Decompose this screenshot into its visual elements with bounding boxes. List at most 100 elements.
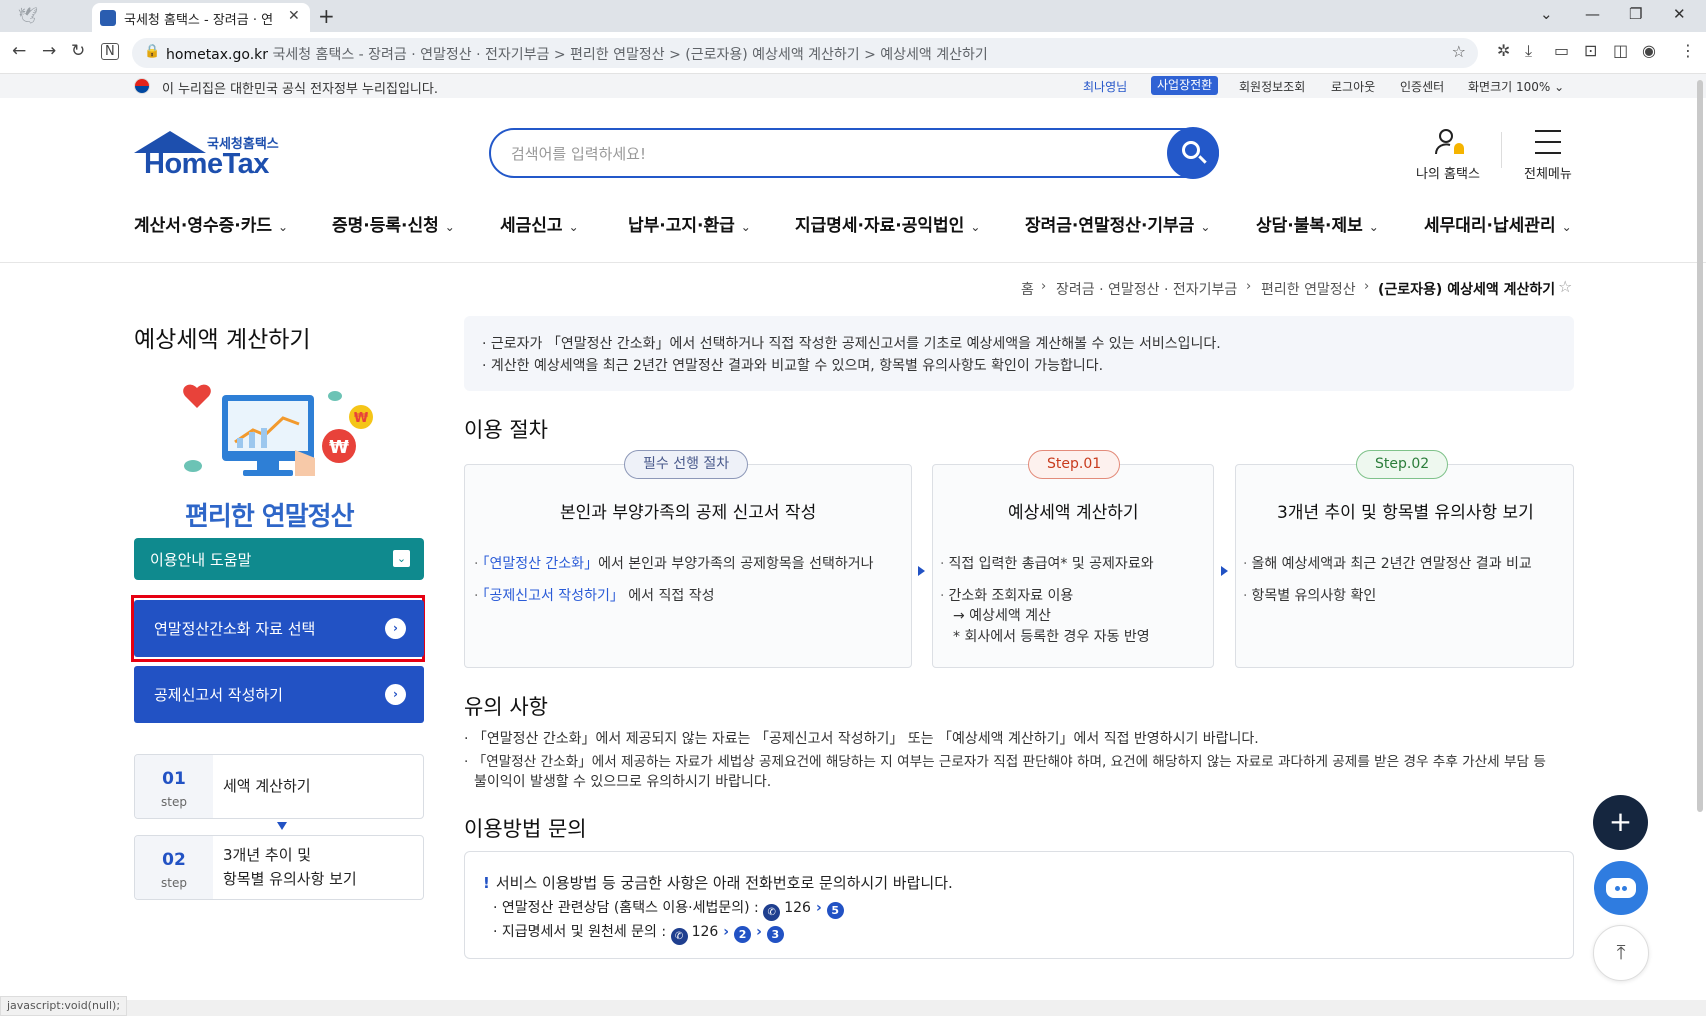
- inquiry-box: ! 서비스 이용방법 등 궁금한 사항은 아래 전화번호로 문의하시기 바랍니다.…: [464, 851, 1574, 959]
- search-icon: [1182, 141, 1200, 159]
- logout-link[interactable]: 로그아웃: [1331, 78, 1375, 95]
- search-box: [489, 128, 1219, 178]
- plus-fab-button[interactable]: +: [1593, 795, 1648, 850]
- number-badge: 3: [766, 926, 784, 943]
- gnb-item-payment[interactable]: 납부·고지·환급 ⌄: [628, 211, 751, 236]
- help-guide-button[interactable]: 이용안내 도움말 ⌄: [134, 538, 424, 580]
- gov-notice[interactable]: 이 누리집은 대한민국 공식 전자정부 누리집입니다.: [162, 78, 438, 97]
- cast-icon[interactable]: ▭: [1554, 41, 1569, 60]
- simplified-link[interactable]: 「연말정산 간소화」: [482, 556, 598, 572]
- arrow-up-icon: ⤒: [1616, 940, 1626, 964]
- scroll-top-button[interactable]: ⤒: [1593, 925, 1649, 981]
- user-name[interactable]: 최나영님: [1083, 78, 1127, 95]
- tab-title: 국세청 홈택스 - 장려금 · 연말: [124, 13, 274, 28]
- screenshot-icon[interactable]: ⊡: [1584, 41, 1597, 60]
- breadcrumb-current: (근로자용) 예상세액 계산하기: [1378, 282, 1556, 298]
- back-icon[interactable]: ←: [12, 41, 26, 61]
- note-line: 불이익이 발생할 수 있으므로 유의하시기 바랍니다.: [474, 774, 772, 790]
- browser-menu-icon[interactable]: ⋮: [1680, 41, 1696, 60]
- breadcrumb-level1[interactable]: 장려금 · 연말정산 · 전자기부금: [1056, 279, 1237, 299]
- extensions-icon[interactable]: ✲: [1497, 41, 1510, 60]
- note-line: · 「연말정산 간소화」에서 제공하는 자료가 세법상 공제요건에 해당하는 지…: [464, 754, 1546, 770]
- url-field[interactable]: 🔒 hometax.go.kr 국세청 홈택스 - 장려금 · 연말정산 · 전…: [132, 38, 1478, 68]
- pill-step01: Step.01: [1028, 450, 1121, 479]
- step-card-02[interactable]: 02 step 3개년 추이 및 항목별 유의사항 보기: [134, 835, 424, 900]
- deduction-form-button[interactable]: 공제신고서 작성하기 ›: [134, 666, 424, 723]
- breadcrumb-separator-icon: ›: [1364, 279, 1370, 294]
- cert-center-link[interactable]: 인증센터: [1400, 78, 1444, 95]
- side-panel-icon[interactable]: ◫: [1613, 41, 1628, 60]
- intro-box: · 근로자가 「연말정산 간소화」에서 선택하거나 직접 작성한 공제신고서를 …: [464, 316, 1574, 391]
- step-number: 02: [162, 850, 186, 870]
- favorite-star-icon[interactable]: ☆: [1558, 277, 1572, 296]
- address-bar-row: ← → ↻ N 🔒 hometax.go.kr 국세청 홈택스 - 장려금 · …: [0, 32, 1706, 74]
- deduction-form-link[interactable]: 「공제신고서 작성하기」: [482, 588, 623, 604]
- browser-tab-active[interactable]: 국세청 홈택스 - 장려금 · 연말 ✕: [92, 3, 310, 32]
- exclamation-icon: !: [483, 874, 490, 892]
- pill-step02: Step.02: [1356, 450, 1449, 479]
- tab-search-icon[interactable]: ⌄: [1540, 5, 1553, 23]
- step-number: 01: [162, 769, 186, 789]
- search-input[interactable]: [511, 142, 1131, 166]
- card-title: 본인과 부양가족의 공제 신고서 작성: [560, 503, 817, 523]
- breadcrumb-home[interactable]: 홈: [1021, 279, 1034, 299]
- gnb-item-consult[interactable]: 상담·불복·제보 ⌄: [1256, 211, 1379, 236]
- chevron-down-icon: ⌄: [568, 220, 579, 234]
- maximize-icon[interactable]: ❐: [1629, 5, 1642, 23]
- gnb-item-year-end[interactable]: 장려금·연말정산·기부금 ⌄: [1025, 211, 1210, 236]
- site-info-icon[interactable]: 🔒: [144, 44, 160, 59]
- close-window-icon[interactable]: ✕: [1673, 5, 1686, 23]
- gnb-item-certificate[interactable]: 증명·등록·신청 ⌄: [332, 211, 455, 236]
- business-switch-button[interactable]: 사업장전환: [1151, 76, 1219, 95]
- header-divider: [1501, 132, 1502, 168]
- url-page-title: 국세청 홈택스 - 장려금 · 연말정산 · 전자기부금 > 편리한 연말정산 …: [272, 47, 988, 63]
- phone-icon: ✆: [763, 904, 781, 921]
- my-hometax-icon[interactable]: [1434, 126, 1466, 158]
- chatbot-button[interactable]: [1594, 861, 1648, 915]
- number-badge: 5: [826, 902, 844, 919]
- page-title: 예상세액 계산하기: [134, 327, 311, 353]
- gnb-item-statement[interactable]: 지급명세·자료·공익법인 ⌄: [795, 211, 980, 236]
- member-info-link[interactable]: 회원정보조회: [1239, 78, 1305, 95]
- gnb-item-invoice[interactable]: 계산서·영수증·카드 ⌄: [134, 211, 288, 236]
- naver-icon[interactable]: N: [101, 43, 119, 60]
- breadcrumb-separator-icon: ›: [1041, 279, 1047, 294]
- close-tab-icon[interactable]: ✕: [288, 8, 300, 24]
- zoom-select[interactable]: 화면크기 100% ⌄: [1468, 78, 1564, 95]
- gnb-item-agent[interactable]: 세무대리·납세관리 ⌄: [1424, 211, 1572, 236]
- new-tab-icon[interactable]: +: [318, 4, 335, 28]
- page-scrollbar[interactable]: [1697, 80, 1703, 812]
- dropdown-check-icon: ⌄: [393, 550, 410, 567]
- breadcrumb-level2[interactable]: 편리한 연말정산: [1261, 279, 1356, 299]
- step-card-01[interactable]: 01 step 세액 계산하기: [134, 754, 424, 819]
- note-line: · 「연말정산 간소화」에서 제공되지 않는 자료는 「공제신고서 작성하기」 …: [464, 731, 1259, 747]
- url-domain: hometax.go.kr: [166, 47, 269, 63]
- simplified-data-select-button[interactable]: 연말정산간소화 자료 선택 ›: [134, 600, 424, 657]
- bookmark-star-icon[interactable]: ☆: [1452, 42, 1466, 61]
- profile-icon[interactable]: ◉: [1642, 41, 1656, 60]
- arrow-right-icon: [1221, 566, 1228, 576]
- chevron-down-icon: ⌄: [1561, 220, 1572, 234]
- minimize-icon[interactable]: —: [1585, 5, 1600, 23]
- all-menu-label[interactable]: 전체메뉴: [1524, 163, 1572, 182]
- download-icon[interactable]: ⤓: [1525, 41, 1532, 61]
- logo-text: HomeTax: [144, 148, 269, 180]
- simplified-data-select-label: 연말정산간소화 자료 선택: [154, 620, 316, 638]
- procedure-title: 이용 절차: [464, 418, 548, 442]
- hometax-favicon-icon: [100, 10, 116, 26]
- my-hometax-label[interactable]: 나의 홈택스: [1416, 163, 1480, 182]
- phone-icon: ✆: [670, 928, 688, 945]
- search-button[interactable]: [1167, 127, 1219, 179]
- arrow-right-icon: [918, 566, 925, 576]
- pinned-tab-icon[interactable]: 🕊: [18, 6, 38, 25]
- svg-text:₩: ₩: [354, 411, 369, 426]
- step-label: step: [161, 795, 187, 809]
- hamburger-menu-icon[interactable]: [1535, 130, 1561, 163]
- reload-icon[interactable]: ↻: [71, 41, 85, 61]
- gnb-divider: [0, 262, 1706, 263]
- intro-line: · 계산한 예상세액을 최근 2년간 연말정산 결과와 비교할 수 있으며, 항…: [482, 358, 1104, 374]
- forward-icon[interactable]: →: [42, 41, 56, 61]
- gnb-item-tax-return[interactable]: 세금신고 ⌄: [500, 211, 579, 236]
- step-text: 항목별 유의사항 보기: [223, 870, 357, 888]
- chevron-down-icon: ⌄: [278, 220, 289, 234]
